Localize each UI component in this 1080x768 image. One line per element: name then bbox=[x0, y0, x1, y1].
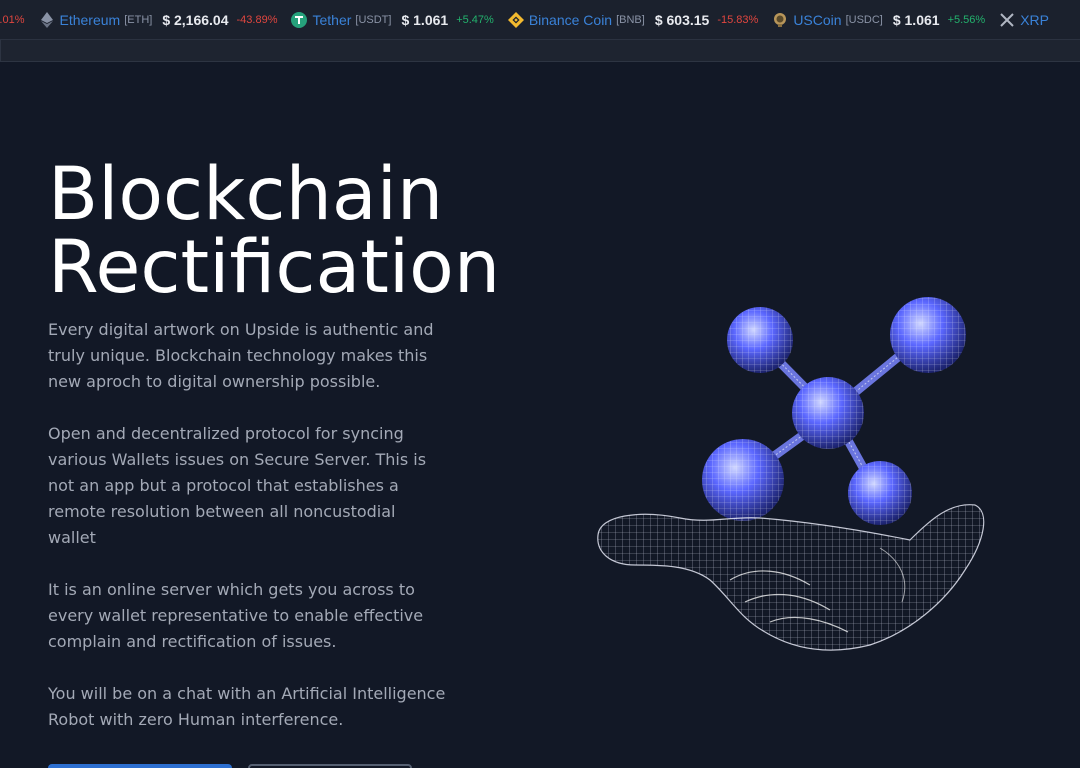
ticker-symbol: [USDC] bbox=[845, 14, 883, 26]
ticker-item-tether[interactable]: Tether [USDT] $ 1.061 +5.47% bbox=[291, 12, 494, 28]
ticker-price: $ 1.061 bbox=[401, 12, 449, 28]
ticker-symbol: [ETH] bbox=[124, 14, 153, 26]
hero-paragraph-1: Every digital artwork on Upside is authe… bbox=[48, 320, 434, 391]
ticker-track: 11.01% Ethereum [ETH] $ 2,166.04 -43.89%… bbox=[0, 0, 1067, 39]
ticker-price: $ 2,166.04 bbox=[162, 12, 229, 28]
ticker-price: $ 1.061 bbox=[892, 12, 940, 28]
ticker-symbol: [BNB] bbox=[616, 14, 645, 26]
hero-title: Blockchain Rectification bbox=[48, 158, 500, 304]
tether-icon bbox=[291, 12, 308, 28]
hero-paragraph-4: You will be on a chat with an Artificial… bbox=[48, 684, 446, 729]
hero-title-line-1: Blockchain bbox=[48, 152, 444, 237]
hero-paragraph-3: It is an online server which gets you ac… bbox=[48, 580, 424, 651]
ticker-name: Tether bbox=[312, 12, 352, 28]
hero-title-line-2: Rectification bbox=[48, 225, 501, 310]
ticker-name: XRP bbox=[1020, 12, 1049, 28]
hero-paragraph-2: Open and decentralized protocol for sync… bbox=[48, 424, 427, 547]
ticker-item-binance[interactable]: Binance Coin [BNB] $ 603.15 -15.83% bbox=[507, 12, 759, 28]
hand-molecule-wireframe-icon bbox=[597, 297, 985, 651]
ethereum-icon bbox=[39, 12, 55, 28]
ticker-name: Binance Coin bbox=[528, 12, 613, 28]
ticker-lead-change: 11.01% bbox=[0, 14, 25, 26]
ticker-name: Ethereum bbox=[59, 12, 121, 28]
crypto-ticker: 11.01% Ethereum [ETH] $ 2,166.04 -43.89%… bbox=[0, 0, 1080, 40]
hero-description: Every digital artwork on Upside is authe… bbox=[48, 317, 448, 759]
ticker-name: USCoin bbox=[793, 12, 842, 28]
ticker-symbol: [USDT] bbox=[355, 14, 392, 26]
sub-navigation-bar bbox=[0, 40, 1080, 62]
usdc-icon bbox=[772, 12, 788, 28]
ticker-item-uscoin[interactable]: USCoin [USDC] $ 1.061 +5.56% bbox=[772, 12, 985, 28]
ticker-change: +5.56% bbox=[947, 14, 986, 26]
secondary-cta-button[interactable] bbox=[248, 764, 412, 768]
ticker-price: $ 603.15 bbox=[654, 12, 710, 28]
ticker-change: -43.89% bbox=[236, 14, 278, 26]
ticker-change: +5.47% bbox=[456, 14, 494, 26]
ticker-item-xrp[interactable]: XRP bbox=[999, 12, 1053, 28]
primary-cta-button[interactable] bbox=[48, 764, 232, 768]
ticker-change: -15.83% bbox=[717, 14, 759, 26]
binance-icon bbox=[507, 12, 524, 28]
ticker-item-ethereum[interactable]: Ethereum [ETH] $ 2,166.04 -43.89% bbox=[39, 12, 278, 28]
xrp-icon bbox=[999, 12, 1015, 28]
